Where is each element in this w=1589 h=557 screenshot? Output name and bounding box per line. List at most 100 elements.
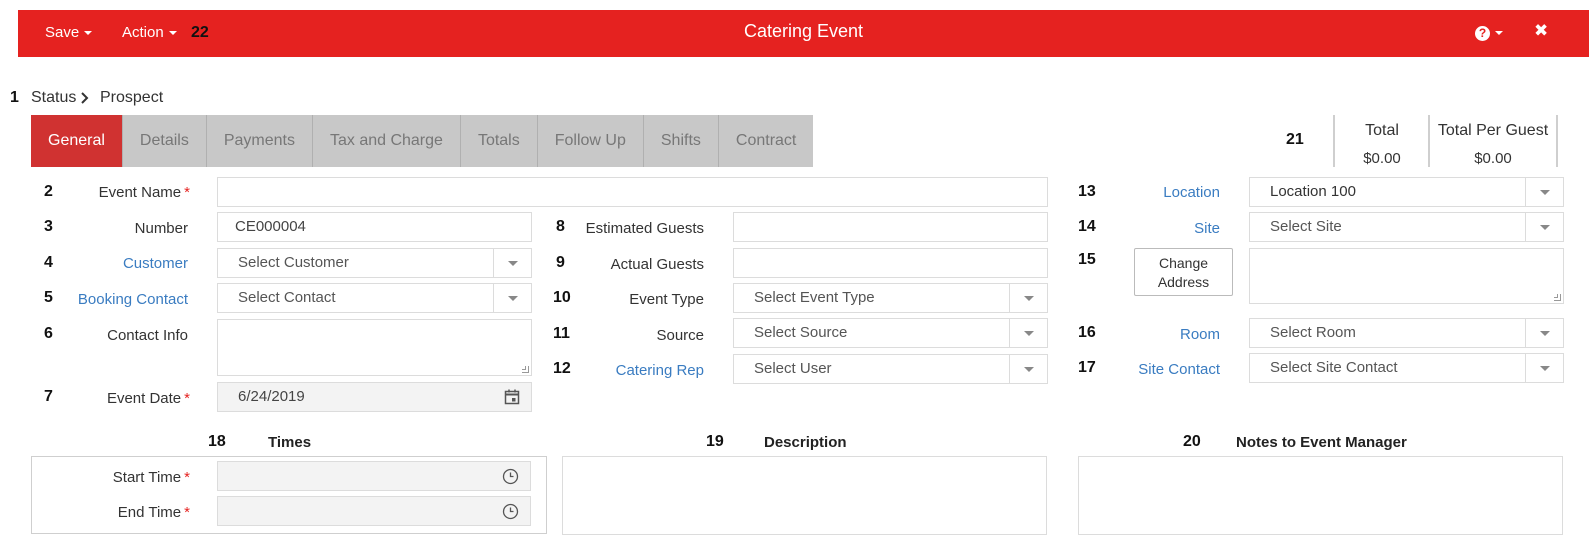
total-value: $0.00 xyxy=(1363,150,1401,167)
booking-contact-link[interactable]: Booking Contact xyxy=(60,291,188,308)
description-title: Description xyxy=(764,434,847,451)
status-label: Status xyxy=(31,89,77,106)
marker-21: 21 xyxy=(1286,131,1304,148)
marker-11: 11 xyxy=(553,325,570,342)
marker-14: 14 xyxy=(1078,218,1096,235)
customer-select[interactable]: Select Customer xyxy=(217,248,532,278)
required-mark: * xyxy=(184,469,190,486)
event-date-label: Event Date * xyxy=(106,390,190,407)
number-label: Number xyxy=(134,220,188,237)
marker-9: 9 xyxy=(556,254,565,271)
marker-19: 19 xyxy=(706,433,724,450)
actual-guests-label: Actual Guests xyxy=(610,256,704,273)
event-date-input[interactable]: 6/24/2019 xyxy=(217,382,532,412)
change-address-button[interactable]: Change Address xyxy=(1134,248,1233,296)
event-date-value: 6/24/2019 xyxy=(238,388,305,405)
address-textarea[interactable] xyxy=(1249,248,1564,304)
chevron-down-icon xyxy=(1525,354,1563,382)
total-per-guest-value: $0.00 xyxy=(1474,150,1512,167)
marker-17: 17 xyxy=(1078,359,1096,376)
resize-handle-icon[interactable] xyxy=(1554,294,1561,301)
required-mark: * xyxy=(184,504,190,521)
tab-tax-and-charge[interactable]: Tax and Charge xyxy=(313,115,461,167)
start-time-label: Start Time * xyxy=(112,469,190,486)
room-link[interactable]: Room xyxy=(1100,326,1220,343)
calendar-icon[interactable] xyxy=(504,389,520,405)
tab-details[interactable]: Details xyxy=(123,115,207,167)
end-time-input[interactable] xyxy=(217,496,531,526)
event-name-input[interactable] xyxy=(217,177,1048,207)
estimated-guests-label: Estimated Guests xyxy=(585,220,704,237)
marker-13: 13 xyxy=(1078,183,1096,200)
tab-payments[interactable]: Payments xyxy=(207,115,313,167)
room-select[interactable]: Select Room xyxy=(1249,318,1564,348)
required-mark: * xyxy=(184,184,190,201)
divider xyxy=(1333,115,1335,167)
location-select[interactable]: Location 100 xyxy=(1249,177,1564,207)
estimated-guests-input[interactable] xyxy=(733,212,1048,242)
clock-icon[interactable] xyxy=(502,468,519,485)
marker-18: 18 xyxy=(208,433,226,450)
title-bar: Save Action 22 Catering Event ? ✖ xyxy=(18,10,1589,57)
marker-6: 6 xyxy=(44,325,53,342)
site-link[interactable]: Site xyxy=(1100,220,1220,237)
help-menu-button[interactable]: ? xyxy=(1475,24,1503,41)
end-time-label: End Time * xyxy=(117,504,190,521)
caret-down-icon xyxy=(1495,31,1503,36)
description-textarea[interactable] xyxy=(562,456,1047,535)
marker-12: 12 xyxy=(553,360,571,377)
marker-2: 2 xyxy=(44,183,53,200)
marker-5: 5 xyxy=(44,289,53,306)
change-address-label: Change Address xyxy=(1157,255,1210,290)
site-contact-link[interactable]: Site Contact xyxy=(1100,361,1220,378)
location-link[interactable]: Location xyxy=(1100,184,1220,201)
event-type-select[interactable]: Select Event Type xyxy=(733,283,1048,313)
chevron-down-icon xyxy=(1009,319,1047,347)
marker-10: 10 xyxy=(553,289,571,306)
clock-icon[interactable] xyxy=(502,503,519,520)
chevron-down-icon xyxy=(493,284,531,312)
marker-3: 3 xyxy=(44,218,53,235)
marker-20: 20 xyxy=(1183,433,1201,450)
divider xyxy=(1556,115,1558,167)
actual-guests-input[interactable] xyxy=(733,248,1048,278)
notes-textarea[interactable] xyxy=(1078,456,1563,535)
chevron-down-icon xyxy=(493,249,531,277)
contact-info-textarea[interactable] xyxy=(217,319,532,376)
marker-1: 1 xyxy=(10,89,19,106)
resize-handle-icon[interactable] xyxy=(522,366,529,373)
required-mark: * xyxy=(184,390,190,407)
marker-7: 7 xyxy=(44,388,53,405)
marker-8: 8 xyxy=(556,218,565,235)
tab-follow-up[interactable]: Follow Up xyxy=(538,115,644,167)
divider xyxy=(1428,115,1430,167)
tab-general[interactable]: General xyxy=(31,115,123,167)
chevron-right-icon xyxy=(81,92,89,104)
notes-title: Notes to Event Manager xyxy=(1236,434,1407,451)
total-label: Total xyxy=(1365,122,1399,139)
booking-contact-select[interactable]: Select Contact xyxy=(217,283,532,313)
times-title: Times xyxy=(268,434,312,451)
page-title: Catering Event xyxy=(743,21,864,41)
source-label: Source xyxy=(656,327,704,344)
source-select[interactable]: Select Source xyxy=(733,318,1048,348)
number-input[interactable]: CE000004 xyxy=(217,212,532,242)
chevron-down-icon xyxy=(1525,178,1563,206)
site-contact-select[interactable]: Select Site Contact xyxy=(1249,353,1564,383)
help-icon: ? xyxy=(1475,25,1490,41)
start-time-input[interactable] xyxy=(217,461,531,491)
customer-link[interactable]: Customer xyxy=(60,255,188,272)
chevron-down-icon xyxy=(1525,213,1563,241)
close-icon[interactable]: ✖ xyxy=(1534,21,1548,41)
tab-contract[interactable]: Contract xyxy=(719,115,813,167)
catering-rep-select[interactable]: Select User xyxy=(733,354,1048,384)
catering-rep-link[interactable]: Catering Rep xyxy=(570,362,704,379)
site-select[interactable]: Select Site xyxy=(1249,212,1564,242)
contact-info-label: Contact Info xyxy=(107,327,188,344)
status-value[interactable]: Prospect xyxy=(100,89,163,107)
tab-bar: General Details Payments Tax and Charge … xyxy=(31,115,814,167)
total-per-guest-label: Total Per Guest xyxy=(1437,122,1549,139)
event-type-label: Event Type xyxy=(629,291,704,308)
tab-totals[interactable]: Totals xyxy=(461,115,538,167)
tab-shifts[interactable]: Shifts xyxy=(644,115,719,167)
